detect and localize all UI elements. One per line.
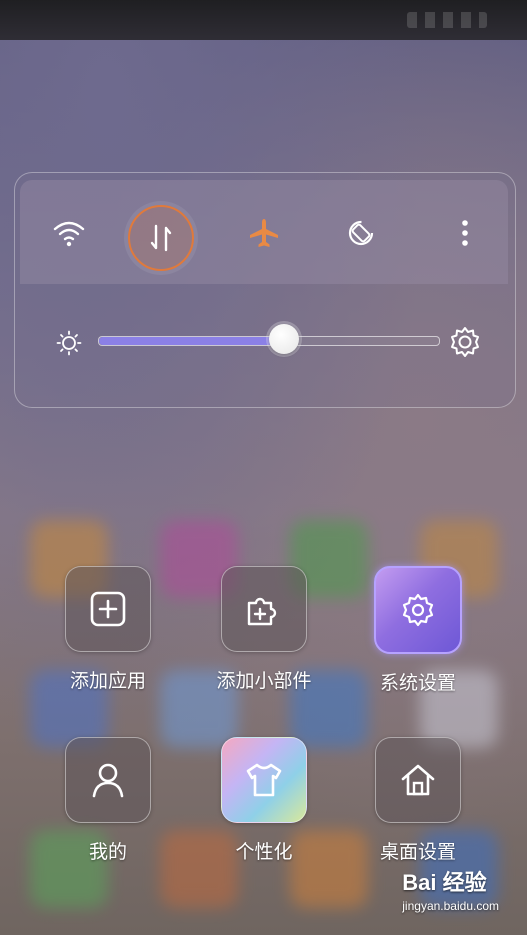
brightness-slider-thumb[interactable]: [269, 324, 299, 354]
more-options-button[interactable]: [450, 212, 480, 254]
add-app-label: 添加应用: [69, 670, 146, 692]
add-widget-tile[interactable]: [221, 566, 307, 652]
add-app-shortcut[interactable]: 添加应用: [43, 566, 173, 693]
airplane-mode-toggle[interactable]: [243, 212, 285, 254]
add-widget-label: 添加小部件: [216, 670, 312, 692]
personalize-shortcut[interactable]: 个性化: [199, 737, 329, 864]
system-settings-shortcut[interactable]: 系统设置: [353, 566, 483, 695]
personalize-tile[interactable]: [221, 737, 307, 823]
mobile-data-icon: [150, 224, 172, 252]
profile-label: 我的: [88, 841, 127, 863]
personalize-label: 个性化: [235, 841, 293, 863]
profile-tile[interactable]: [65, 737, 151, 823]
tshirt-icon: [246, 763, 282, 797]
rotation-lock-toggle[interactable]: [340, 212, 382, 254]
add-app-tile[interactable]: [65, 566, 151, 652]
home-icon: [401, 764, 435, 796]
profile-shortcut[interactable]: 我的: [43, 737, 173, 864]
status-bar: [0, 0, 527, 40]
watermark-url: jingyan.baidu.com: [402, 899, 499, 913]
desktop-settings-tile[interactable]: [375, 737, 461, 823]
status-icons: [407, 12, 487, 28]
brightness-low-button[interactable]: [54, 328, 84, 358]
brightness-high-button[interactable]: [448, 325, 482, 359]
settings-gear-icon: [402, 593, 434, 627]
mobile-data-toggle[interactable]: [128, 205, 194, 271]
wifi-icon: [53, 221, 85, 247]
brightness-high-icon: [451, 327, 479, 357]
brightness-low-icon: [56, 330, 82, 356]
brightness-slider-fill: [99, 337, 286, 345]
watermark-main: Bai 经验: [402, 870, 487, 895]
desktop-settings-label: 桌面设置: [379, 841, 456, 863]
desktop-settings-shortcut[interactable]: 桌面设置: [353, 737, 483, 864]
wifi-toggle[interactable]: [48, 212, 90, 254]
baidu-watermark: Bai 经验 jingyan.baidu.com: [402, 865, 499, 913]
system-settings-tile[interactable]: [374, 566, 462, 654]
more-icon: [462, 220, 468, 246]
add-widget-icon: [247, 597, 277, 626]
airplane-icon: [250, 219, 278, 247]
profile-icon: [92, 763, 124, 798]
system-settings-label: 系统设置: [379, 672, 456, 694]
rotation-lock-icon: [348, 220, 374, 246]
add-widget-shortcut[interactable]: 添加小部件: [199, 566, 329, 693]
add-app-icon: [90, 591, 126, 627]
